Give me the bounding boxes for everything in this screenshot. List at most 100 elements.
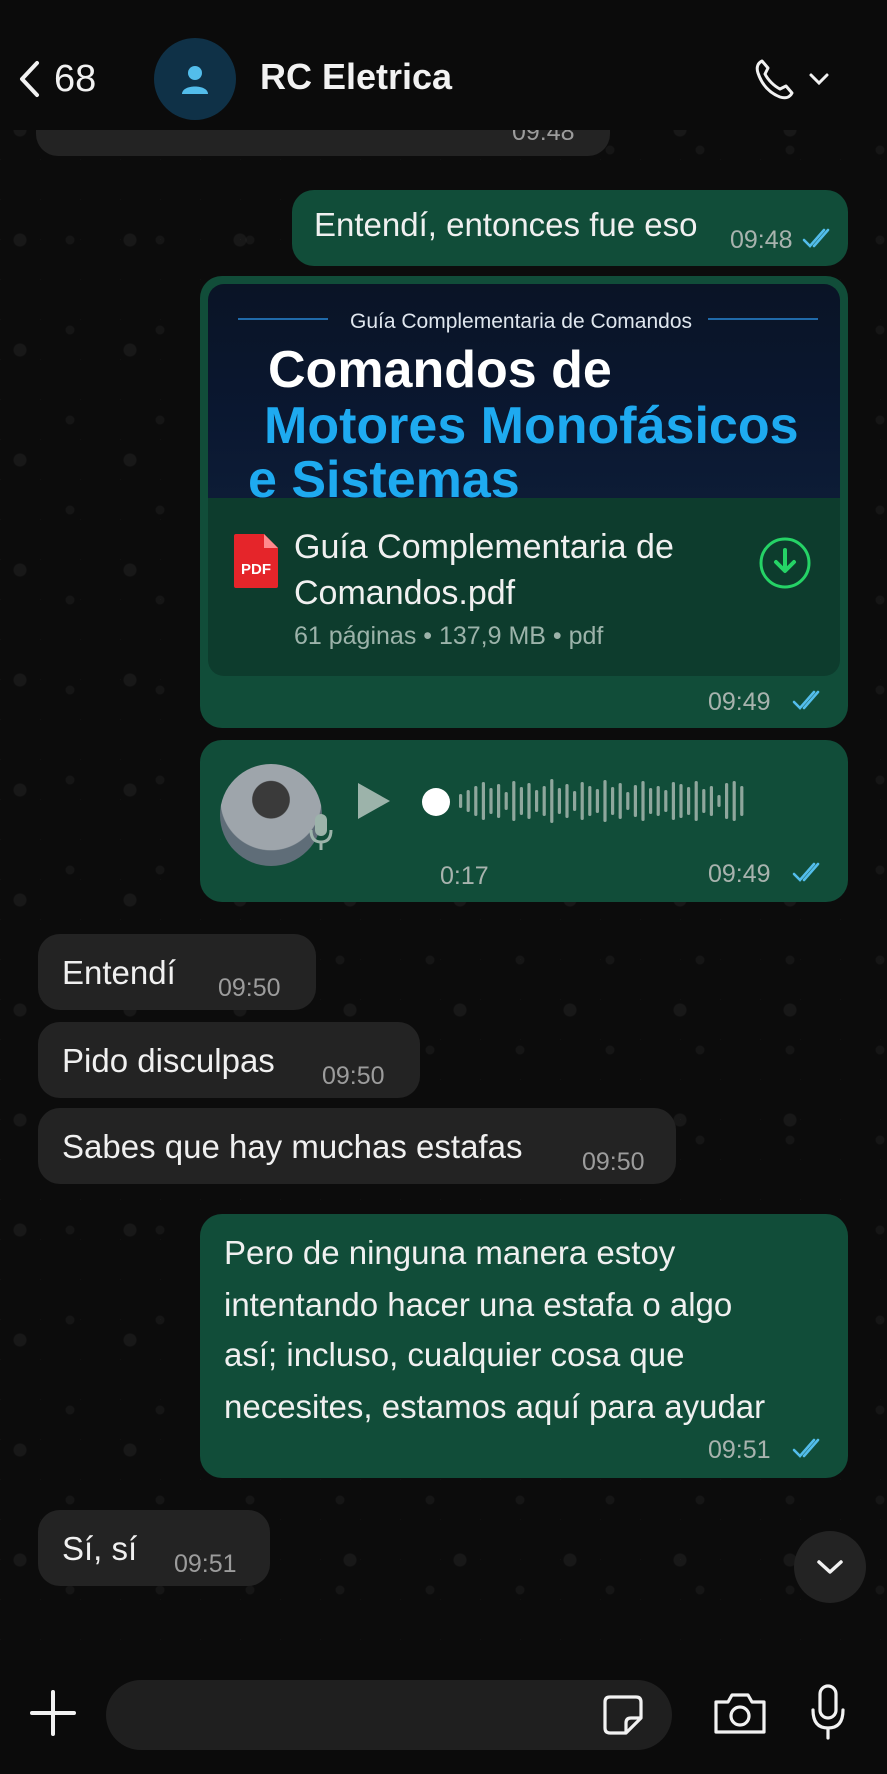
document-info[interactable]: PDF Guía Complementaria de Comandos.pdf … xyxy=(208,498,840,676)
incoming-message[interactable]: Sabes que hay muchas estafas 09:50 xyxy=(38,1108,676,1184)
waveform-bar xyxy=(459,794,463,808)
mic-icon xyxy=(309,814,333,850)
phone-icon xyxy=(755,59,794,100)
download-icon[interactable] xyxy=(758,536,812,590)
preview-decor-line xyxy=(708,318,818,320)
waveform-bar xyxy=(671,782,675,820)
waveform-bar xyxy=(725,783,729,819)
incoming-message[interactable]: Pido disculpas 09:50 xyxy=(38,1022,420,1098)
document-file-name: Guía Complementaria de Comandos.pdf xyxy=(294,528,674,612)
back-button[interactable]: 68 xyxy=(18,54,128,104)
scroll-to-bottom-button[interactable] xyxy=(794,1531,866,1603)
waveform-bar xyxy=(512,781,516,821)
message-text: Pido disculpas xyxy=(62,1042,275,1079)
message-text: Entendí, entonces fue eso xyxy=(314,206,698,243)
waveform-bar xyxy=(626,792,630,810)
call-button[interactable] xyxy=(750,54,840,104)
waveform-bar xyxy=(557,788,561,814)
message-time: 09:49 xyxy=(708,860,771,888)
document-preview[interactable]: Guía Complementaria de Comandos Comandos… xyxy=(208,284,840,498)
waveform-bar xyxy=(474,786,478,816)
waveform-bar xyxy=(573,791,577,811)
message-time: 09:50 xyxy=(218,974,281,1002)
message-time: 09:50 xyxy=(322,1062,385,1090)
message-text-line: así; incluso, cualquier cosa que xyxy=(224,1336,685,1373)
preview-subtitle: Guía Complementaria de Comandos xyxy=(350,310,693,333)
chevron-down-icon xyxy=(817,1560,843,1574)
waveform-bar xyxy=(740,786,744,816)
message-time: 09:51 xyxy=(174,1550,237,1578)
double-check-icon xyxy=(792,690,820,710)
preview-decor-line xyxy=(238,318,328,320)
waveform-bar xyxy=(542,786,546,816)
message-text-line: necesites, estamos aquí para ayudar xyxy=(224,1388,766,1425)
message-time: 09:48 xyxy=(730,226,793,254)
person-icon xyxy=(182,66,208,94)
sticker-icon[interactable] xyxy=(602,1694,644,1736)
mic-icon[interactable] xyxy=(810,1684,846,1740)
message-time: 09:49 xyxy=(708,688,771,716)
voice-waveform[interactable] xyxy=(455,776,755,826)
voice-duration: 0:17 xyxy=(440,862,489,890)
composer-bar xyxy=(0,1660,887,1774)
waveform-bar xyxy=(656,786,660,816)
waveform-bar xyxy=(618,783,622,819)
message-text: Sabes que hay muchas estafas xyxy=(62,1128,523,1165)
waveform-bar xyxy=(588,786,592,816)
waveform-bar xyxy=(535,790,539,812)
outgoing-message[interactable]: Entendí, entonces fue eso 09:48 xyxy=(292,190,848,266)
waveform-bar xyxy=(565,784,569,818)
message-text: Sí, sí xyxy=(62,1530,138,1567)
waveform-bar xyxy=(497,784,501,818)
double-check-icon xyxy=(792,1438,820,1458)
pdf-icon: PDF xyxy=(234,534,278,588)
document-meta: 61 páginas • 137,9 MB • pdf xyxy=(294,622,604,650)
waveform-bar xyxy=(466,790,470,812)
waveform-bar xyxy=(633,785,637,817)
plus-icon[interactable] xyxy=(28,1688,78,1738)
chevron-down-icon xyxy=(809,73,829,86)
waveform-bar xyxy=(679,784,683,818)
voice-message[interactable]: 0:17 09:49 xyxy=(200,740,848,902)
waveform-bar xyxy=(709,786,713,816)
preview-title-line3: e Sistemas xyxy=(248,451,520,498)
waveform-bar xyxy=(489,788,493,814)
play-icon[interactable] xyxy=(352,780,394,822)
camera-icon[interactable] xyxy=(712,1690,768,1736)
document-message[interactable]: Guía Complementaria de Comandos Comandos… xyxy=(200,276,848,728)
playback-position-handle[interactable] xyxy=(422,788,450,816)
sender-avatar xyxy=(220,764,322,866)
waveform-bar xyxy=(694,781,698,821)
preview-title-line2: Motores Monofásicos xyxy=(264,397,799,455)
contact-name[interactable]: RC Eletrica xyxy=(260,56,452,98)
message-text-line: Pero de ninguna manera estoy xyxy=(224,1234,676,1271)
chat-header: 68 RC Eletrica xyxy=(0,0,887,130)
waveform-bar xyxy=(519,787,523,815)
waveform-bar xyxy=(717,795,721,807)
incoming-message[interactable]: Sí, sí 09:51 xyxy=(38,1510,270,1586)
message-input[interactable] xyxy=(106,1680,672,1750)
waveform-bar xyxy=(641,781,645,821)
waveform-bar xyxy=(611,787,615,815)
unread-count: 68 xyxy=(54,57,97,100)
waveform-bar xyxy=(504,792,508,810)
message-text-line: intentando hacer una estafa o algo xyxy=(224,1286,733,1323)
waveform-bar xyxy=(702,789,706,813)
preview-title-line1: Comandos de xyxy=(268,341,612,399)
double-check-icon xyxy=(792,862,820,882)
waveform-bar xyxy=(732,781,736,821)
contact-avatar[interactable] xyxy=(154,38,236,120)
waveform-bar xyxy=(603,780,607,822)
double-check-icon xyxy=(802,228,830,248)
waveform-bar xyxy=(481,782,485,820)
waveform-bar xyxy=(595,789,599,813)
waveform-bar xyxy=(687,787,691,815)
pdf-badge-text: PDF xyxy=(241,561,271,578)
back-chevron-icon xyxy=(20,61,39,97)
waveform-bar xyxy=(649,788,653,814)
incoming-message[interactable]: Entendí 09:50 xyxy=(38,934,316,1010)
waveform-bar xyxy=(580,782,584,820)
outgoing-message[interactable]: Pero de ninguna manera estoy intentando … xyxy=(200,1214,848,1478)
waveform-bar xyxy=(527,783,531,819)
waveform-bar xyxy=(550,779,554,823)
